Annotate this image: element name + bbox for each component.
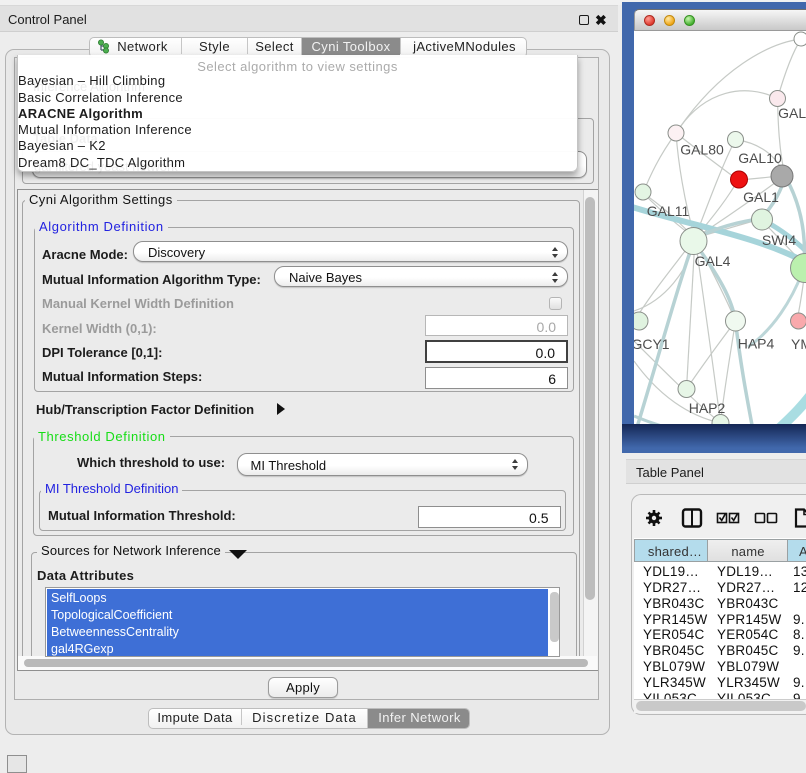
svg-text:GAL4: GAL4 <box>695 253 731 269</box>
svg-text:GAL7: GAL7 <box>778 105 806 121</box>
svg-text:HAP2: HAP2 <box>689 400 726 416</box>
svg-text:YM: YM <box>791 336 806 352</box>
svg-text:GAL1: GAL1 <box>743 189 779 205</box>
svg-text:GAL80: GAL80 <box>680 142 724 158</box>
svg-text:GCY1: GCY1 <box>634 336 670 352</box>
svg-text:HAP4: HAP4 <box>738 336 775 352</box>
svg-text:SWI4: SWI4 <box>762 232 796 248</box>
svg-text:GAL11: GAL11 <box>647 203 690 219</box>
svg-text:GAL10: GAL10 <box>738 150 782 166</box>
